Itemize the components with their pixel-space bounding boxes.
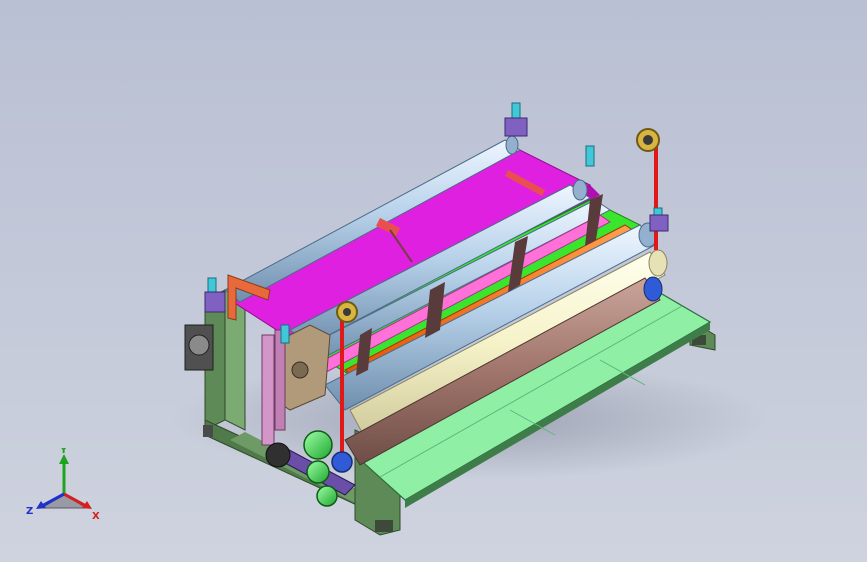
triad-x-label: X: [92, 511, 100, 522]
machine-model[interactable]: [0, 0, 867, 562]
triad-z-label: Z: [26, 506, 33, 517]
drive-motor: [184, 324, 214, 371]
orientation-triad: Y X Z: [26, 448, 100, 522]
cad-viewport[interactable]: Y X Z: [0, 0, 867, 562]
triad-y-label: Y: [59, 448, 68, 456]
left-posts: [261, 329, 286, 446]
